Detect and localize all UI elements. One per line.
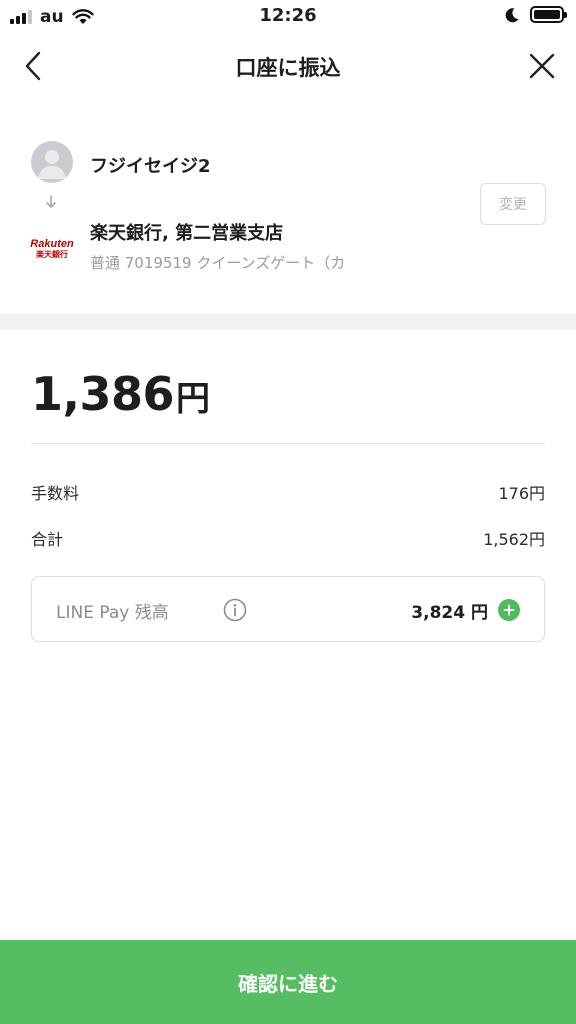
balance-card: LINE Pay 残高 3,824 円	[31, 576, 545, 642]
person-icon	[38, 150, 66, 179]
arrow-down-icon	[46, 195, 56, 208]
avatar	[31, 141, 73, 183]
bank-name: 楽天銀行, 第二営業支店	[90, 223, 284, 244]
fee-row: 手数料 176円	[31, 480, 545, 504]
status-right	[504, 6, 567, 23]
total-row: 合計 1,562円	[31, 526, 545, 550]
battery-icon	[530, 6, 567, 23]
account-info: 普通 7019519 クイーンズゲート（カ	[90, 254, 346, 272]
confirm-button[interactable]: 確認に進む	[0, 940, 576, 1024]
amount-display[interactable]: 1,386 円	[31, 366, 210, 427]
recipient-name: フジイセイジ2	[90, 156, 211, 177]
fee-value: 176円	[498, 484, 545, 503]
section-divider	[0, 314, 576, 330]
amount-value: 1,386	[31, 367, 175, 421]
recipient-section: フジイセイジ2 Rakuten 楽天銀行 楽天銀行, 第二営業支店 普通 701…	[0, 130, 576, 290]
amount-unit: 円	[176, 379, 211, 419]
nav-header: 口座に振込	[0, 34, 576, 98]
amount-underline	[31, 443, 545, 444]
close-button[interactable]	[526, 50, 558, 82]
status-time: 12:26	[259, 5, 317, 26]
balance-value: 3,824 円	[411, 603, 488, 623]
moon-icon	[505, 7, 519, 22]
info-icon[interactable]	[223, 598, 247, 622]
add-icon	[503, 604, 515, 616]
balance-label: LINE Pay 残高	[56, 603, 169, 623]
total-value: 1,562円	[483, 530, 545, 549]
close-icon	[529, 53, 555, 79]
change-button[interactable]: 変更	[480, 183, 546, 225]
bank-logo: Rakuten 楽天銀行	[30, 238, 74, 259]
page-title: 口座に振込	[235, 56, 341, 80]
fee-label: 手数料	[31, 484, 80, 503]
transfer-to-account-screen: au 12:26 口座に振込 フジイセイジ2 Rakuten 楽天銀行 楽天銀行…	[0, 0, 576, 1024]
total-label: 合計	[31, 530, 64, 549]
add-balance-button[interactable]	[498, 599, 520, 621]
status-bar: au 12:26	[0, 0, 576, 34]
